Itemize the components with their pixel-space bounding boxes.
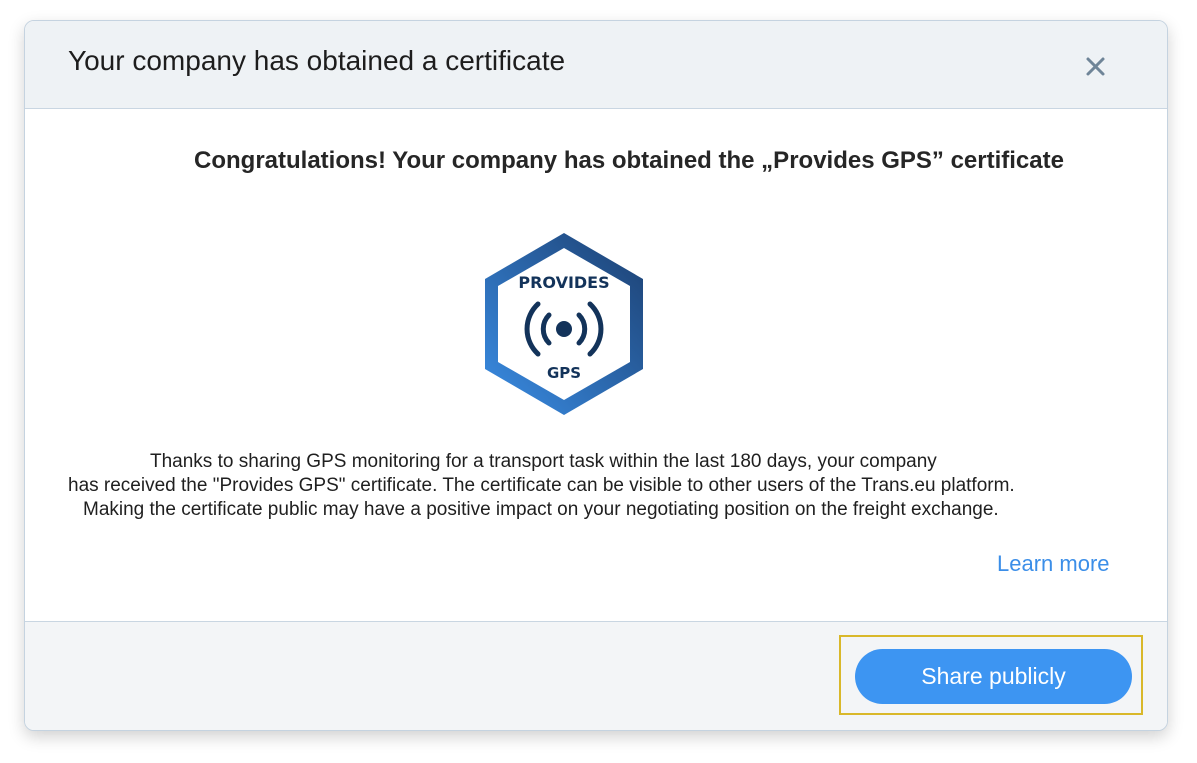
- dialog-body: Congratulations! Your company has obtain…: [25, 109, 1167, 621]
- description-line: Making the certificate public may have a…: [83, 499, 999, 520]
- dialog-title: Your company has obtained a certificate: [68, 45, 566, 76]
- badge-bottom-label: GPS: [547, 364, 581, 382]
- provides-gps-badge: PROVIDES GPS: [481, 229, 647, 419]
- learn-more-link[interactable]: Learn more: [997, 551, 1110, 577]
- description-line: Thanks to sharing GPS monitoring for a t…: [150, 451, 937, 472]
- dialog-footer: Share publicly: [25, 621, 1167, 730]
- badge-top-label: PROVIDES: [518, 273, 609, 292]
- congratulations-headline: Congratulations! Your company has obtain…: [194, 147, 1064, 174]
- share-publicly-button[interactable]: Share publicly: [855, 649, 1132, 704]
- dialog-header: Your company has obtained a certificate: [25, 21, 1167, 109]
- close-icon[interactable]: [1081, 51, 1111, 81]
- certificate-dialog: Your company has obtained a certificate …: [24, 20, 1168, 731]
- description-line: has received the "Provides GPS" certific…: [68, 475, 1015, 496]
